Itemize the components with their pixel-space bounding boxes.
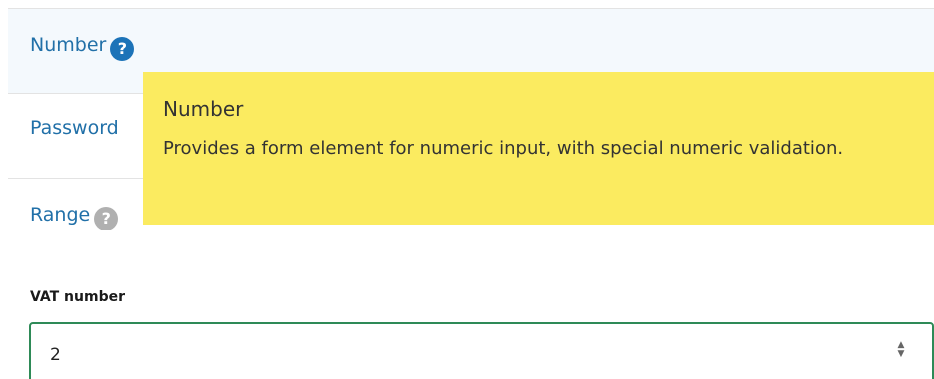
password-label-text[interactable]: Password [30, 117, 119, 139]
range-label-text[interactable]: Range [30, 204, 90, 226]
help-tooltip: Number Provides a form element for numer… [143, 72, 934, 225]
list-item-label-range[interactable]: Range? [30, 204, 119, 230]
page: Number? Password Range? Number Provides … [0, 0, 934, 379]
number-label-text[interactable]: Number [30, 34, 106, 56]
question-circle-icon[interactable]: ? [94, 207, 119, 230]
list-item-label-number[interactable]: Number? [30, 34, 135, 61]
vat-number-input[interactable]: 2 ▲ ▼ [29, 322, 934, 379]
tooltip-title: Number [163, 97, 244, 121]
tooltip-body: Provides a form element for numeric inpu… [163, 138, 844, 159]
vat-number-label: VAT number [30, 289, 125, 305]
vat-number-value[interactable]: 2 [50, 345, 61, 365]
spinner-down-icon[interactable]: ▼ [896, 350, 906, 359]
list-item-label-password[interactable]: Password [30, 117, 119, 139]
number-spinner-icon[interactable]: ▲ ▼ [896, 341, 906, 359]
question-circle-icon[interactable]: ? [110, 37, 135, 61]
